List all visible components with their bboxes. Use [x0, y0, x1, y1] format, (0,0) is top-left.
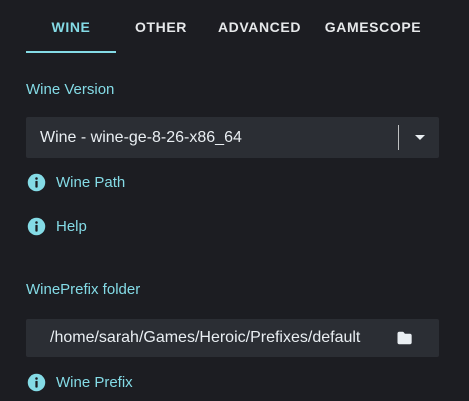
wine-prefix-text: Wine Prefix	[56, 373, 133, 391]
folder-icon[interactable]	[395, 328, 415, 348]
wine-version-value: Wine - wine-ge-8-26-x86_64	[40, 129, 242, 146]
tab-wine[interactable]: WINE	[26, 0, 116, 54]
wine-path-link[interactable]: Wine Path	[26, 170, 125, 194]
help-link[interactable]: Help	[26, 214, 87, 238]
wine-path-text: Wine Path	[56, 173, 126, 191]
info-icon	[27, 373, 46, 391]
tab-other[interactable]: OTHER	[120, 0, 202, 54]
active-tab-indicator	[26, 51, 116, 53]
wineprefix-path-value: /home/sarah/Games/Heroic/Prefixes/defaul…	[50, 329, 361, 346]
select-divider	[398, 125, 399, 150]
tab-advanced[interactable]: ADVANCED	[212, 0, 307, 54]
wineprefix-path-field[interactable]: /home/sarah/Games/Heroic/Prefixes/defaul…	[26, 319, 439, 357]
wineprefix-folder-label: WinePrefix folder	[26, 281, 141, 298]
info-icon	[27, 173, 46, 191]
settings-tabs: WINE OTHER ADVANCED GAMESCOPE	[0, 0, 469, 54]
tab-gamescope[interactable]: GAMESCOPE	[316, 0, 430, 54]
info-icon	[27, 217, 46, 235]
help-text: Help	[56, 217, 87, 235]
wine-prefix-link[interactable]: Wine Prefix	[26, 370, 133, 394]
wine-version-label: Wine Version	[26, 81, 115, 98]
wine-settings-panel: WINE OTHER ADVANCED GAMESCOPE Wine Versi…	[0, 0, 469, 401]
chevron-down-icon[interactable]	[415, 135, 425, 140]
wine-version-select[interactable]: Wine - wine-ge-8-26-x86_64	[26, 117, 439, 158]
